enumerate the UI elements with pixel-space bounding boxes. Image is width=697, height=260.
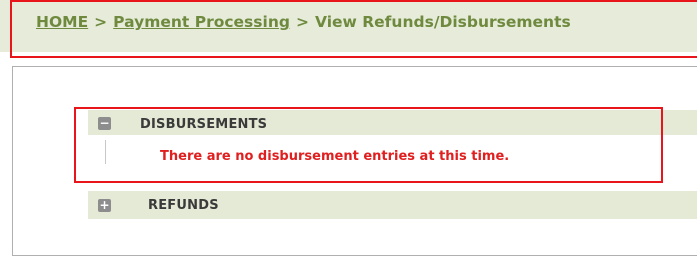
expand-icon[interactable]: + — [98, 199, 111, 212]
disbursements-highlight-box — [74, 107, 663, 183]
refunds-section-title: REFUNDS — [148, 198, 219, 213]
refunds-section-header[interactable]: + REFUNDS — [88, 191, 697, 219]
breadcrumb-highlight-box — [10, 0, 697, 58]
